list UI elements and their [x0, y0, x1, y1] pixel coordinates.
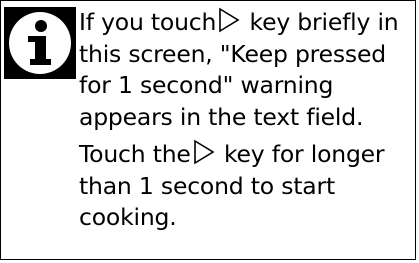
text-segment: If you touch	[79, 8, 217, 36]
play-key-icon	[218, 7, 240, 33]
paragraph-start-cooking: Touch the key for longer than 1 second t…	[79, 139, 415, 234]
text-line: If you touch key briefly in	[79, 7, 415, 39]
play-key-icon	[193, 139, 215, 165]
text-line: appears in the text field.	[79, 102, 364, 131]
text-segment: key briefly in	[242, 8, 399, 36]
paragraph-keep-pressed-warning: If you touch key briefly in this screen,…	[79, 7, 415, 133]
text-segment: key for longer	[216, 140, 385, 168]
text-line: than 1 second to start	[79, 171, 335, 200]
text-line: for 1 second" warning	[79, 71, 334, 99]
info-panel: If you touch key briefly in this screen,…	[0, 0, 416, 260]
text-segment: Touch the	[79, 140, 191, 168]
info-icon	[4, 7, 76, 79]
info-text: If you touch key briefly in this screen,…	[79, 7, 415, 234]
text-line: Touch the key for longer	[79, 139, 415, 171]
text-line: cooking.	[79, 203, 177, 231]
text-line: this screen, "Keep pressed	[79, 39, 386, 68]
